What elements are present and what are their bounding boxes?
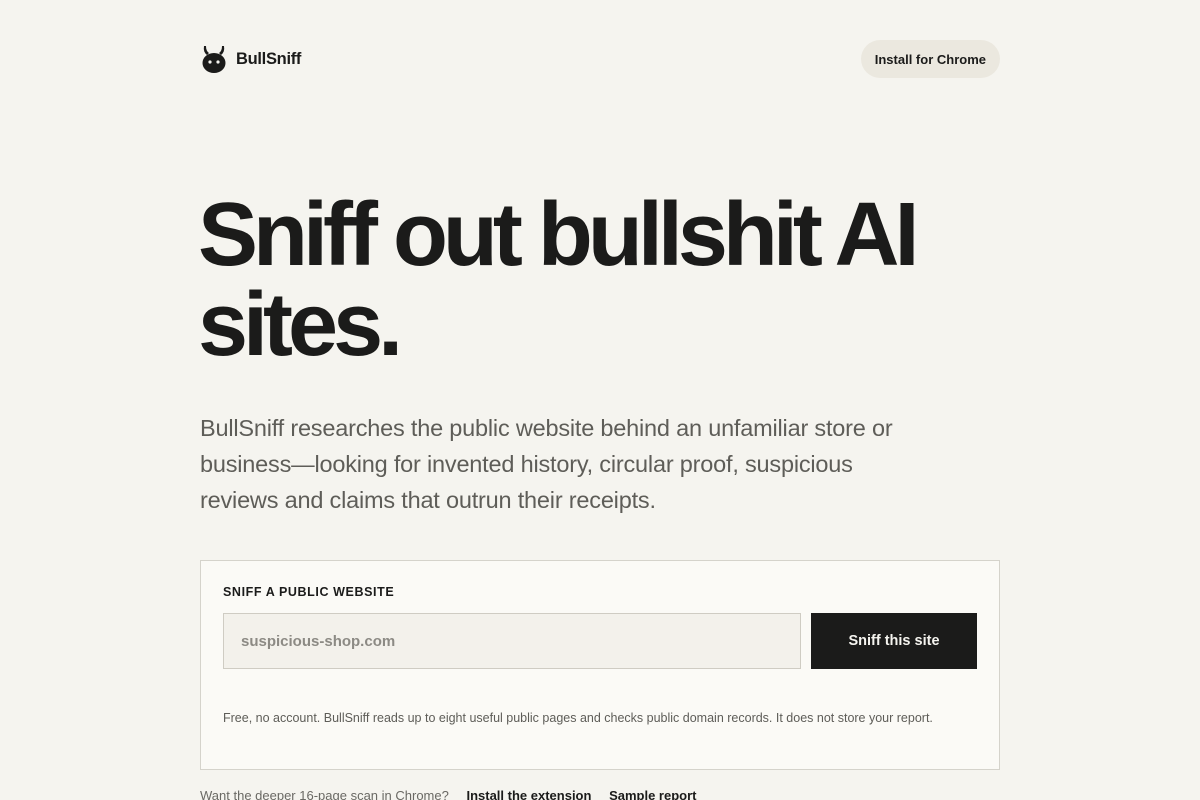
page: BullSniff Install for Chrome Sniff out b…: [0, 0, 1200, 800]
sample-report-link[interactable]: Sample report: [609, 788, 696, 800]
hero-title-line-1: Sniff out bullshit AI: [198, 185, 920, 285]
bull-head-icon: [202, 46, 226, 73]
install-extension-link[interactable]: Install the extension: [466, 788, 591, 800]
form-label: SNIFF A PUBLIC WEBSITE: [223, 585, 395, 599]
hero-title: Sniff out bullshit AI sites.: [198, 190, 998, 370]
hero-title-line-2: sites.: [198, 275, 403, 375]
site-header: BullSniff Install for Chrome: [200, 40, 1000, 78]
extension-prompt: Want the deeper 16-page scan in Chrome?: [200, 788, 449, 800]
install-for-chrome-button[interactable]: Install for Chrome: [860, 40, 1000, 78]
sniff-form-card: SNIFF A PUBLIC WEBSITE Sniff this site F…: [200, 560, 1000, 770]
brand[interactable]: BullSniff: [200, 44, 301, 74]
hero-subtitle: BullSniff researches the public website …: [200, 415, 893, 513]
website-url-input[interactable]: [223, 613, 801, 669]
sniff-this-site-button[interactable]: Sniff this site: [811, 613, 977, 669]
brand-name: BullSniff: [236, 49, 302, 68]
extension-cta: Want the deeper 16-page scan in Chrome? …: [200, 788, 1000, 800]
form-note: Free, no account. BullSniff reads up to …: [223, 711, 933, 725]
